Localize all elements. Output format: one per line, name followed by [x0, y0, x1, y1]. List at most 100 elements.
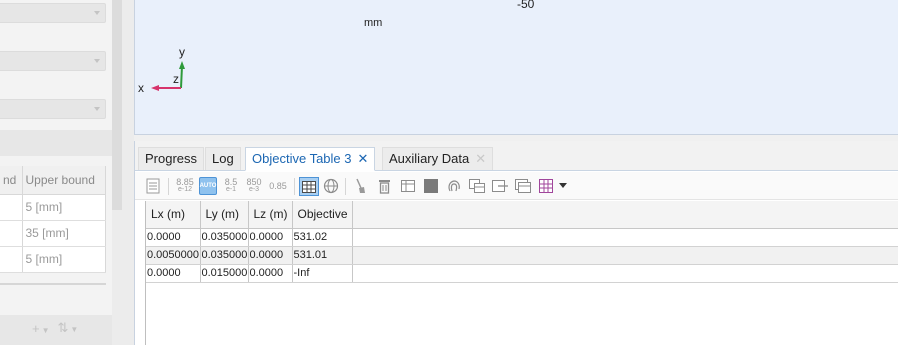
row-filler	[352, 228, 898, 247]
table-copy-icon	[515, 179, 531, 193]
tab-log[interactable]: Log	[205, 147, 241, 170]
tab-label: Auxiliary Data	[389, 151, 470, 166]
cell-ly[interactable]: 0.015000	[200, 264, 249, 283]
tab-label: Log	[212, 151, 234, 166]
column-header-ly[interactable]: Ly (m)	[200, 201, 249, 229]
unit-label: mm	[364, 17, 383, 29]
cell-lz[interactable]: 0.0000	[248, 246, 293, 265]
lower-bound-cell[interactable]	[0, 194, 23, 221]
clear-button[interactable]	[352, 176, 368, 196]
settings-combo-2[interactable]	[0, 51, 106, 71]
table-columns-icon	[401, 180, 415, 192]
panel-splitter[interactable]	[112, 0, 134, 345]
chevron-down-icon	[94, 11, 100, 15]
precision-button-3[interactable]: 850 e-3	[244, 176, 264, 196]
tab-strip: Progress Log Objective Table 3 ✕ Auxiliar…	[135, 141, 898, 171]
globe-button[interactable]	[322, 176, 340, 196]
close-icon[interactable]: ✕	[358, 151, 369, 166]
dropdown-caret-icon	[559, 183, 567, 188]
section-header	[0, 130, 112, 156]
cell-objective[interactable]: 531.02	[292, 228, 353, 247]
table-plot-button[interactable]	[538, 176, 554, 196]
delete-icon	[378, 180, 390, 194]
table-row[interactable]: 0.0000 0.035000 0.0000 531.02	[146, 228, 898, 247]
stop-button[interactable]	[423, 176, 439, 196]
column-header-objective[interactable]: Objective	[292, 201, 353, 229]
cell-ly[interactable]: 0.035000	[200, 228, 249, 247]
precision-button-2[interactable]: 8.5 e-1	[221, 176, 241, 196]
table-grid-icon	[302, 180, 316, 193]
table-row[interactable]: 0.0050000 0.035000 0.0000 531.01	[146, 246, 898, 265]
add-row-button[interactable]: + ▼	[32, 321, 50, 336]
toolbar-divider	[294, 178, 295, 195]
tab-progress[interactable]: Progress	[138, 147, 205, 170]
bounds-column-upper: Upper bound	[22, 166, 106, 195]
cell-lx[interactable]: 0.0000	[146, 228, 201, 247]
table-row[interactable]: 0.0000 0.015000 0.0000 -Inf	[146, 264, 898, 283]
move-row-button[interactable]: ⇅ ▼	[58, 320, 79, 336]
graphics-window[interactable]: -50 mm y x z	[134, 0, 898, 135]
scrollbar[interactable]	[112, 0, 122, 210]
cell-objective[interactable]: -Inf	[292, 264, 353, 283]
column-header-lz[interactable]: Lz (m)	[248, 201, 293, 229]
bounds-table: nd Upper bound 5 [mm] 35 [mm] 5 [mm]	[0, 166, 106, 273]
fingerprint-button[interactable]	[446, 176, 462, 196]
auto-label: AUTO	[199, 183, 217, 189]
row-filler	[352, 264, 898, 283]
row-filler	[352, 246, 898, 265]
toolbar-divider	[345, 178, 346, 195]
table-copy-button[interactable]	[515, 176, 531, 196]
table-format-button[interactable]	[145, 176, 161, 196]
auto-precision-button[interactable]: AUTO	[199, 177, 217, 195]
lower-bound-cell[interactable]	[0, 220, 23, 247]
move-icon: ⇅	[57, 320, 69, 335]
cell-lz[interactable]: 0.0000	[248, 264, 293, 283]
table-row[interactable]: 5 [mm]	[0, 246, 106, 273]
settings-combo-3[interactable]	[0, 99, 106, 119]
tab-objective-table-3[interactable]: Objective Table 3 ✕	[245, 147, 376, 171]
table-row[interactable]: 35 [mm]	[0, 220, 106, 247]
tab-auxiliary-data[interactable]: Auxiliary Data ✕	[382, 147, 494, 170]
table-plot-dropdown[interactable]	[557, 176, 569, 196]
cell-objective[interactable]: 531.01	[292, 246, 353, 265]
precision-value: 0.85	[269, 181, 287, 191]
settings-combo-1[interactable]	[0, 3, 106, 23]
lower-bound-cell[interactable]	[0, 246, 23, 273]
upper-bound-cell[interactable]: 5 [mm]	[22, 246, 106, 273]
cell-ly[interactable]: 0.035000	[200, 246, 249, 265]
export-icon	[492, 180, 508, 192]
table-toolbar: 8.85 e-12 AUTO 8.5 e-1 850 e-3 0.85	[135, 172, 898, 200]
chevron-down-icon: ▼	[70, 325, 79, 334]
precision-exponent: e-1	[225, 186, 237, 193]
delete-button[interactable]	[376, 176, 392, 196]
cell-lx[interactable]: 0.0000	[146, 264, 201, 283]
globe-icon	[323, 178, 339, 194]
table-plot-icon	[539, 179, 553, 193]
objective-table: Lx (m) Ly (m) Lz (m) Objective 0.0000 0.…	[146, 201, 898, 283]
plus-icon: +	[32, 320, 40, 336]
precision-exponent: e-12	[177, 186, 192, 193]
chevron-down-icon	[94, 107, 100, 111]
axis-triad: y x z	[138, 45, 185, 95]
precision-mantissa: 8.5	[224, 177, 238, 187]
upper-bound-cell[interactable]: 5 [mm]	[22, 194, 106, 221]
precision-button-1[interactable]: 8.85 e-12	[173, 176, 197, 196]
table-columns-button[interactable]	[400, 176, 416, 196]
table-format-icon	[146, 178, 160, 194]
chevron-down-icon: ▼	[41, 325, 50, 335]
cell-lx[interactable]: 0.0050000	[146, 246, 201, 265]
tab-label: Progress	[145, 151, 198, 166]
chevron-down-icon	[94, 59, 100, 63]
bounds-column-lower: nd	[0, 166, 23, 195]
results-table-container[interactable]: Lx (m) Ly (m) Lz (m) Objective 0.0000 0.…	[145, 201, 898, 345]
export-button[interactable]	[492, 176, 508, 196]
copy-table-button[interactable]	[469, 176, 485, 196]
close-icon[interactable]: ✕	[475, 151, 486, 166]
table-view-button[interactable]	[299, 177, 319, 196]
precision-mantissa: 8.85	[176, 177, 194, 187]
cell-lz[interactable]: 0.0000	[248, 228, 293, 247]
column-header-lx[interactable]: Lx (m)	[146, 201, 201, 229]
upper-bound-cell[interactable]: 35 [mm]	[22, 220, 106, 247]
precision-button-4[interactable]: 0.85	[267, 176, 289, 196]
table-row[interactable]: 5 [mm]	[0, 194, 106, 221]
